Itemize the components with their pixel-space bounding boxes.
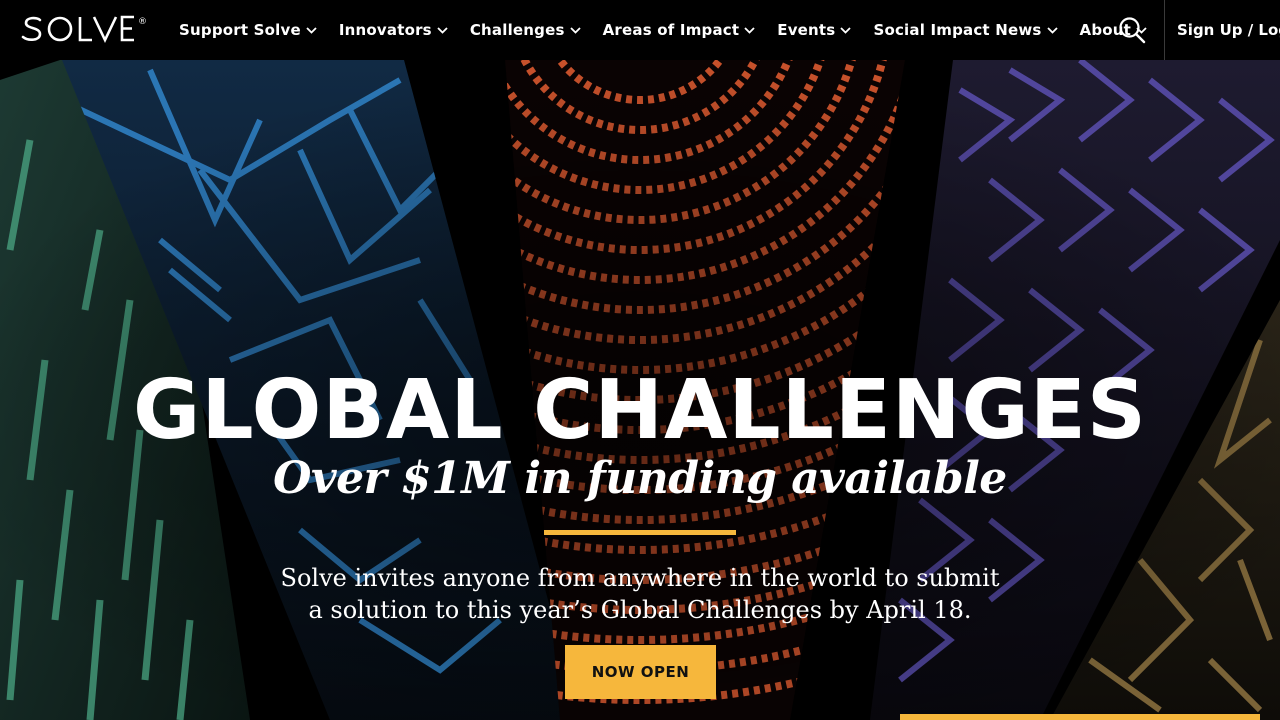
hero-banner: GLOBAL CHALLENGES Over $1M in funding av… (0, 60, 1280, 720)
chevron-down-icon (744, 26, 755, 34)
solve-logo[interactable]: ® (20, 14, 150, 46)
registered-mark: ® (138, 17, 147, 27)
nav-item-challenges[interactable]: Challenges (459, 0, 592, 60)
accent-bar (900, 714, 1260, 720)
chevron-down-icon (437, 26, 448, 34)
main-menu: Support Solve Innovators Challenges Area… (168, 0, 1158, 60)
now-open-button[interactable]: NOW OPEN (565, 645, 716, 699)
nav-item-innovators[interactable]: Innovators (328, 0, 459, 60)
nav-item-label: Support Solve (179, 21, 301, 39)
nav-divider (1164, 0, 1165, 60)
nav-item-label: Innovators (338, 21, 432, 39)
search-icon[interactable] (1118, 16, 1146, 44)
signup-login-link[interactable]: Sign Up / Log (1177, 0, 1280, 60)
top-navigation: ® Support Solve Innovators Challenges Ar… (0, 0, 1280, 60)
chevron-down-icon (306, 26, 317, 34)
chevron-down-icon (1046, 26, 1058, 34)
nav-item-label: Challenges (469, 21, 565, 39)
hero-description: Solve invites anyone from anywhere in th… (280, 564, 1000, 624)
nav-item-events[interactable]: Events (766, 0, 862, 60)
nav-item-label: Events (777, 21, 836, 39)
nav-item-label: Areas of Impact (602, 21, 740, 39)
hero-subtitle: Over $1M in funding available (273, 453, 1007, 504)
nav-item-support-solve[interactable]: Support Solve (168, 0, 328, 60)
nav-item-areas-of-impact[interactable]: Areas of Impact (592, 0, 767, 60)
hero-divider (544, 530, 736, 535)
solve-logo-mark: ® (21, 15, 147, 44)
nav-item-label: Social Impact News (873, 21, 1042, 39)
chevron-down-icon (569, 26, 581, 34)
hero-title: GLOBAL CHALLENGES (133, 363, 1147, 458)
nav-item-social-impact-news[interactable]: Social Impact News (862, 0, 1068, 60)
chevron-down-icon (840, 26, 852, 34)
